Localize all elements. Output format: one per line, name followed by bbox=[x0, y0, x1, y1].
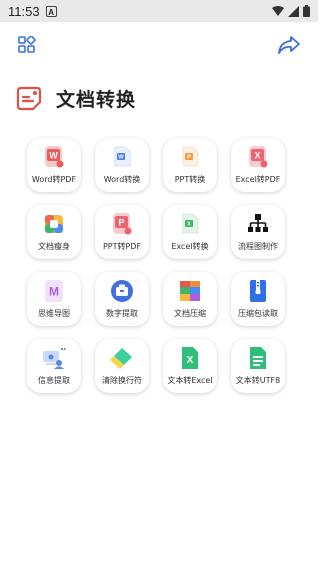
svg-text:M: M bbox=[49, 285, 59, 299]
svg-text:P: P bbox=[187, 155, 191, 161]
tool-label: 流程图制作 bbox=[238, 242, 278, 251]
text-to-excel-icon: X bbox=[178, 346, 202, 370]
doc-compress-icon bbox=[178, 279, 202, 303]
toolbar bbox=[0, 22, 318, 68]
tool-doc-slim[interactable]: 文档瘦身 bbox=[27, 205, 81, 259]
tool-label: 数字提取 bbox=[106, 309, 138, 318]
signal-icon bbox=[288, 5, 299, 17]
page-title: 文档转换 bbox=[56, 89, 137, 111]
text-to-utf8-icon bbox=[246, 346, 270, 370]
tool-ppt-convert[interactable]: P PPT转换 bbox=[163, 138, 217, 192]
zip-read-icon bbox=[246, 279, 270, 303]
excel-icon: X bbox=[178, 212, 202, 236]
mindmap-icon: M bbox=[42, 279, 66, 303]
tool-doc-compress[interactable]: 文档压缩 bbox=[163, 272, 217, 326]
tool-excel-to-pdf[interactable]: X Excel转PDF bbox=[231, 138, 285, 192]
tool-label: 压缩包读取 bbox=[238, 309, 278, 318]
flowchart-icon bbox=[246, 212, 270, 236]
tool-label: Excel转PDF bbox=[235, 175, 281, 184]
tool-grid: W Word转PDF W Word转换 P PPT转换 X Excel转PDF … bbox=[20, 138, 292, 406]
tool-label: 信息提取 bbox=[38, 376, 70, 385]
svg-text:W: W bbox=[118, 155, 124, 161]
tool-word-convert[interactable]: W Word转换 bbox=[95, 138, 149, 192]
info-extract-icon bbox=[42, 346, 66, 370]
svg-text:W: W bbox=[49, 151, 58, 161]
svg-text:X: X bbox=[254, 151, 260, 161]
tool-label: 文档压缩 bbox=[174, 309, 206, 318]
tool-label: 文本转UTF8 bbox=[235, 376, 281, 385]
doc-slim-icon bbox=[42, 212, 66, 236]
ppt-to-pdf-icon: P bbox=[110, 212, 134, 236]
number-extract-icon bbox=[110, 279, 134, 303]
tool-label: Word转PDF bbox=[31, 175, 77, 184]
tool-label: Excel转换 bbox=[171, 242, 209, 251]
word-to-pdf-icon: W bbox=[42, 145, 66, 169]
notification-a-icon: A bbox=[45, 5, 57, 17]
ppt-icon: P bbox=[178, 145, 202, 169]
tool-flowchart[interactable]: 流程图制作 bbox=[231, 205, 285, 259]
tool-label: 清除换行符 bbox=[102, 376, 142, 385]
document-convert-icon bbox=[16, 86, 42, 111]
tool-label: 文档瘦身 bbox=[38, 242, 70, 251]
tool-zip-read[interactable]: 压缩包读取 bbox=[231, 272, 285, 326]
battery-icon bbox=[303, 5, 310, 17]
tool-label: PPT转PDF bbox=[102, 242, 142, 251]
clear-linebreak-icon bbox=[110, 346, 134, 370]
wifi-icon bbox=[272, 5, 284, 16]
tool-label: 思维导图 bbox=[38, 309, 70, 318]
tool-label: PPT转换 bbox=[174, 175, 206, 184]
tool-info-extract[interactable]: 信息提取 bbox=[27, 339, 81, 393]
tool-text-to-utf8[interactable]: 文本转UTF8 bbox=[231, 339, 285, 393]
tool-label: Word转换 bbox=[103, 175, 141, 184]
page-header: 文档转换 bbox=[0, 68, 318, 118]
excel-to-pdf-icon: X bbox=[246, 145, 270, 169]
share-icon[interactable] bbox=[278, 35, 300, 55]
tool-text-to-excel[interactable]: X 文本转Excel bbox=[163, 339, 217, 393]
svg-text:X: X bbox=[187, 222, 191, 228]
word-icon: W bbox=[110, 145, 134, 169]
tool-word-to-pdf[interactable]: W Word转PDF bbox=[27, 138, 81, 192]
svg-text:X: X bbox=[187, 355, 194, 366]
tool-mindmap[interactable]: M 思维导图 bbox=[27, 272, 81, 326]
status-bar: 11:53 A bbox=[0, 0, 318, 22]
status-time: 11:53 bbox=[8, 3, 40, 19]
svg-text:P: P bbox=[118, 218, 124, 228]
tool-label: 文本转Excel bbox=[167, 376, 213, 385]
tool-clear-linebreak[interactable]: 清除换行符 bbox=[95, 339, 149, 393]
tool-excel-convert[interactable]: X Excel转换 bbox=[163, 205, 217, 259]
tool-ppt-to-pdf[interactable]: P PPT转PDF bbox=[95, 205, 149, 259]
tool-number-extract[interactable]: 数字提取 bbox=[95, 272, 149, 326]
apps-grid-icon[interactable] bbox=[18, 36, 36, 54]
